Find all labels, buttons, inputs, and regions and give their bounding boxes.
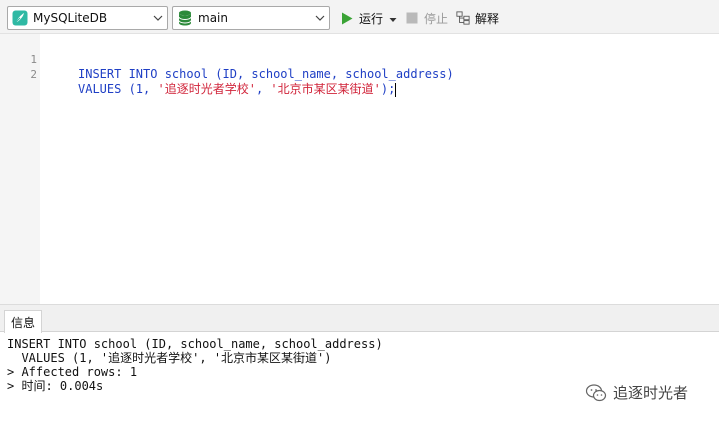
sql-editor[interactable]: 1 INSERT INTO school (ID, school_name, s… <box>0 34 719 304</box>
editor-line: 1 INSERT INTO school (ID, school_name, s… <box>0 37 719 81</box>
connection-select-value: MySQLiteDB <box>33 11 108 25</box>
connection-select[interactable]: MySQLiteDB <box>7 6 168 30</box>
toolbar: MySQLiteDB main 运行 停止 解释 <box>0 0 719 34</box>
output-line: > Affected rows: 1 <box>7 365 138 379</box>
tab-info[interactable]: 信息 <box>4 310 42 333</box>
code-keyword: VALUES (1, <box>78 82 158 96</box>
database-select-value: main <box>198 11 228 25</box>
explain-plan-icon <box>456 11 470 25</box>
database-icon <box>177 10 193 26</box>
editor-line: 2 VALUES (1, '追逐时光者学校', '北京市某区某街道'); <box>0 52 719 97</box>
line-number: 2 <box>30 68 37 81</box>
sqlite-feather-icon <box>12 10 28 26</box>
wechat-icon <box>585 383 607 403</box>
info-panel: 信息 INSERT INTO school (ID, school_name, … <box>0 308 719 424</box>
watermark-text: 追逐时光者 <box>613 384 689 402</box>
output-line: VALUES (1, '追逐时光者学校', '北京市某区某街道') <box>7 351 332 365</box>
output-line: INSERT INTO school (ID, school_name, sch… <box>7 337 383 351</box>
run-button-label: 运行 <box>359 11 384 26</box>
chevron-down-icon[interactable] <box>311 7 329 29</box>
info-tabbar: 信息 <box>0 308 719 333</box>
watermark: 追逐时光者 <box>585 382 688 403</box>
code-string: '追逐时光者学校' <box>157 82 256 96</box>
code-separator: , <box>255 82 271 96</box>
run-button[interactable]: 运行 <box>340 8 383 28</box>
text-caret <box>395 82 397 97</box>
code-suffix: ); <box>380 82 396 96</box>
stop-icon <box>405 11 419 25</box>
code-text: INSERT INTO school (ID, school_name, sch… <box>78 67 454 81</box>
chevron-down-icon[interactable] <box>149 7 167 29</box>
code-text: VALUES (1, '追逐时光者学校', '北京市某区某街道'); <box>78 82 397 97</box>
code-string: '北京市某区某街道' <box>270 82 381 96</box>
explain-button[interactable]: 解释 <box>456 8 499 28</box>
run-dropdown-icon[interactable] <box>389 13 397 22</box>
play-icon <box>340 11 354 25</box>
output-line: > 时间: 0.004s <box>7 379 104 393</box>
database-select[interactable]: main <box>172 6 330 30</box>
stop-button[interactable]: 停止 <box>405 8 448 28</box>
explain-button-label: 解释 <box>475 11 500 26</box>
stop-button-label: 停止 <box>424 11 449 26</box>
